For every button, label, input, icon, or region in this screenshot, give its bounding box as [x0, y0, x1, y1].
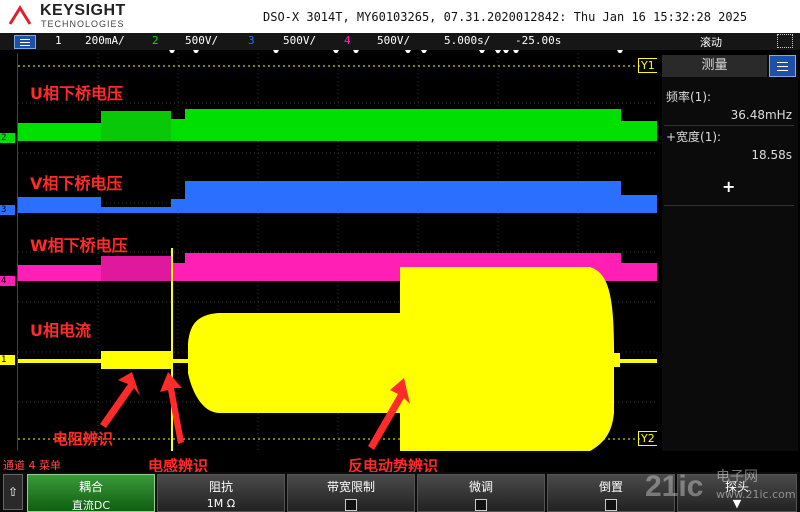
softkey-bw-limit-title: 带宽限制 [326, 480, 375, 494]
measurement-2-label: +宽度(1): [666, 130, 722, 144]
softkey-fine-title: 微调 [468, 480, 493, 494]
watermark-site: 电子网 [716, 469, 758, 485]
measurement-title[interactable]: 测量 [662, 55, 767, 77]
softkey-coupling-value: 直流DC [71, 499, 111, 512]
softkey-bw-limit[interactable]: 带宽限制 [287, 474, 415, 512]
measurement-divider [664, 125, 794, 126]
softkey-impedance-value: 1M Ω [206, 497, 236, 510]
watermark-url: www.21ic.com [716, 488, 796, 501]
bw-limit-checkbox[interactable] [345, 499, 357, 511]
measurement-2-value: 18.58s [751, 148, 792, 162]
softkey-coupling[interactable]: 耦合 直流DC [27, 474, 155, 512]
measurement-panel: 测量 频率(1): 36.48mHz +宽度(1): 18.58s + [662, 55, 798, 451]
add-measurement-button[interactable]: + [722, 177, 735, 196]
measurement-divider-2 [664, 205, 794, 206]
watermark-logo: 21ic [645, 470, 704, 503]
back-arrow-icon[interactable]: ⇧ [3, 474, 23, 510]
softkey-impedance[interactable]: 阻抗 1M Ω [157, 474, 285, 512]
softkey-coupling-title: 耦合 [78, 480, 103, 494]
fine-checkbox[interactable] [475, 499, 487, 511]
menu-status: 通道 4 菜单 [3, 459, 61, 472]
invert-checkbox[interactable] [605, 499, 617, 511]
measurement-1-value: 36.48mHz [730, 108, 792, 122]
panel-menu-icon[interactable] [769, 55, 796, 77]
softkey-fine[interactable]: 微调 [417, 474, 545, 512]
softkey-impedance-title: 阻抗 [208, 480, 233, 494]
annotation-resistance-id: 电阻辨识 [53, 430, 114, 448]
measurement-1-label: 频率(1): [666, 90, 712, 104]
